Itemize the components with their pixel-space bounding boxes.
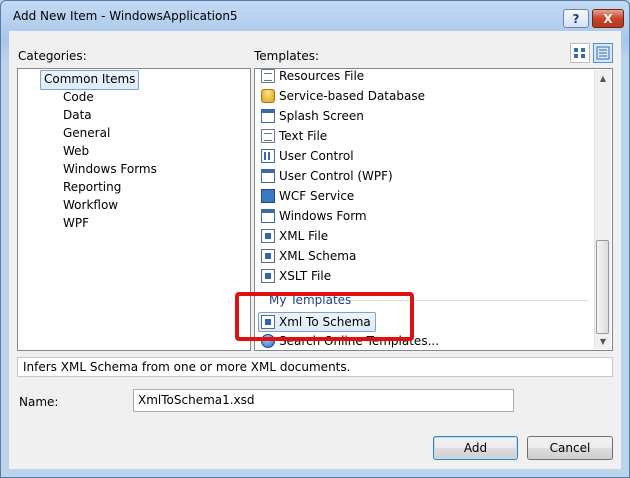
database-icon <box>261 89 275 103</box>
windows-form-icon <box>261 209 275 223</box>
templates-list[interactable]: Resources File Service-based Database Sp… <box>254 68 613 351</box>
templates-label: Templates: <box>254 49 320 63</box>
help-button[interactable]: ? <box>563 9 589 28</box>
name-label: Name: <box>19 395 59 409</box>
template-xml-schema[interactable]: XML Schema <box>261 247 356 265</box>
template-label: User Control (WPF) <box>279 169 393 183</box>
category-reporting[interactable]: Reporting <box>63 178 121 196</box>
list-view-icon <box>596 46 610 60</box>
scrollbar-thumb[interactable] <box>596 240 609 334</box>
template-wcf-service[interactable]: WCF Service <box>261 187 354 205</box>
template-label: Service-based Database <box>279 89 425 103</box>
template-resources-file[interactable]: Resources File <box>261 69 365 85</box>
template-user-control[interactable]: User Control <box>261 147 354 165</box>
group-divider <box>351 300 588 301</box>
add-button[interactable]: Add <box>433 436 518 460</box>
text-file-icon <box>261 129 275 143</box>
cancel-button[interactable]: Cancel <box>527 436 613 460</box>
template-label: User Control <box>279 149 354 163</box>
template-windows-form[interactable]: Windows Form <box>261 207 367 225</box>
template-label: Resources File <box>279 69 365 83</box>
scroll-up-arrow-icon[interactable]: ▲ <box>595 70 611 86</box>
close-icon: X <box>603 11 613 26</box>
user-control-wpf-icon <box>261 169 275 183</box>
categories-tree[interactable]: Common Items Code Data General Web Windo… <box>17 68 251 351</box>
template-label: Windows Form <box>279 209 367 223</box>
template-text-file[interactable]: Text File <box>261 127 327 145</box>
large-icons-icon <box>574 48 585 58</box>
category-general[interactable]: General <box>63 124 110 142</box>
category-common-items[interactable]: Common Items <box>40 70 140 90</box>
template-label: WCF Service <box>279 189 355 203</box>
template-xml-file[interactable]: XML File <box>261 227 328 245</box>
template-xslt-file[interactable]: XSLT File <box>261 267 331 285</box>
name-input[interactable]: XmlToSchema1.xsd <box>133 389 514 412</box>
template-search-online[interactable]: Search Online Templates... <box>261 332 439 350</box>
window-title: Add New Item - WindowsApplication5 <box>13 9 238 23</box>
xml-file-icon <box>261 229 275 243</box>
template-description: Infers XML Schema from one or more XML d… <box>17 357 613 377</box>
template-label: Search Online Templates... <box>279 334 440 348</box>
xslt-file-icon <box>261 269 275 283</box>
category-web[interactable]: Web <box>63 142 89 160</box>
category-workflow[interactable]: Workflow <box>63 196 118 214</box>
dialog-client: Categories: Templates: Common Items Code… <box>9 31 621 469</box>
template-user-control-wpf[interactable]: User Control (WPF) <box>261 167 393 185</box>
template-label: Text File <box>279 129 328 143</box>
template-label: Xml To Schema <box>279 315 371 329</box>
close-button[interactable]: X <box>592 9 624 28</box>
category-wpf[interactable]: WPF <box>63 214 89 232</box>
template-service-based-database[interactable]: Service-based Database <box>261 87 425 105</box>
small-icons-view-button[interactable] <box>593 43 613 63</box>
category-code[interactable]: Code <box>63 88 94 106</box>
template-label: XSLT File <box>279 269 332 283</box>
template-label: XML File <box>279 229 329 243</box>
my-templates-header: My Templates <box>269 293 352 307</box>
category-windows-forms[interactable]: Windows Forms <box>63 160 157 178</box>
category-data[interactable]: Data <box>63 106 92 124</box>
xml-to-schema-icon <box>261 315 275 329</box>
search-online-icon <box>261 334 275 348</box>
categories-label: Categories: <box>18 49 87 63</box>
template-xml-to-schema[interactable]: Xml To Schema <box>258 312 376 332</box>
template-label: Splash Screen <box>279 109 364 123</box>
scroll-down-arrow-icon[interactable]: ▼ <box>595 333 611 349</box>
templates-scrollbar[interactable]: ▲ ▼ <box>594 70 611 349</box>
wcf-service-icon <box>261 189 275 203</box>
splash-screen-icon <box>261 109 275 123</box>
title-bar[interactable]: Add New Item - WindowsApplication5 ? X <box>1 1 629 31</box>
dialog-window: Add New Item - WindowsApplication5 ? X C… <box>0 0 630 478</box>
xml-schema-icon <box>261 249 275 263</box>
user-control-icon <box>261 149 275 163</box>
template-label: XML Schema <box>279 249 357 263</box>
large-icons-view-button[interactable] <box>570 43 590 63</box>
help-icon: ? <box>572 11 580 26</box>
template-splash-screen[interactable]: Splash Screen <box>261 107 364 125</box>
resources-file-icon <box>261 69 275 83</box>
